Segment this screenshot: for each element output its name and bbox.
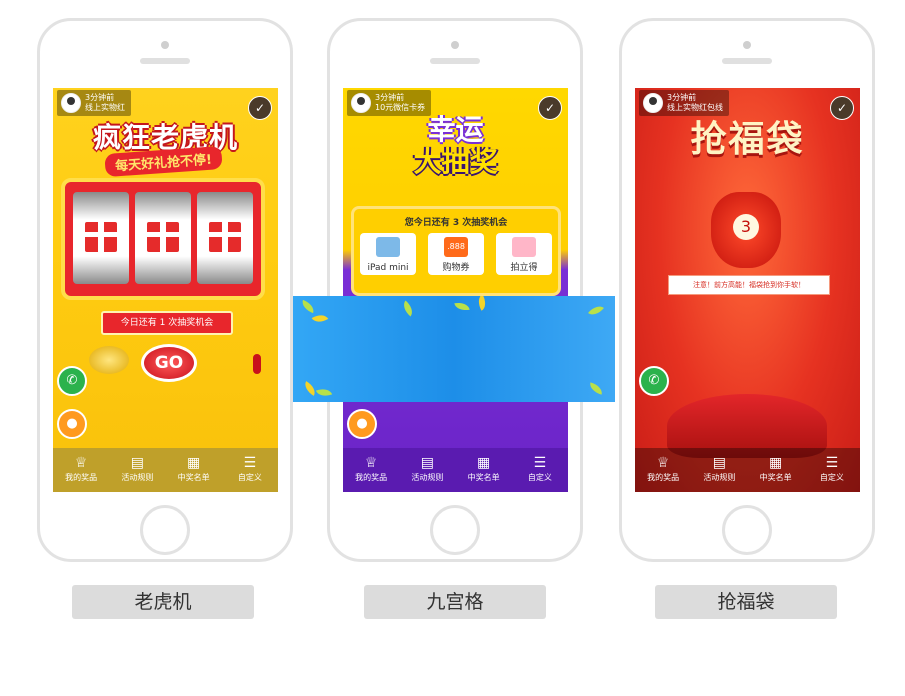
winners-list-icon: ▦ [187, 455, 201, 471]
user-icon[interactable]: ● [347, 409, 377, 439]
camera-dot [743, 41, 751, 49]
grid-list-icon: ☰ [825, 455, 839, 471]
phone-mockup-grid: 3分钟前 10元微信卡券 ✓ 幸运 大抽奖 您今日还有 3 次抽奖机会 iPad… [327, 18, 583, 562]
phone-mockup-slot: 3分钟前 线上实物红 ✓ 疯狂老虎机 每天好礼抢不停! 今日还有 1 次抽奖机会… [37, 18, 293, 562]
gift-icon [209, 222, 241, 252]
tab-custom[interactable]: ☰ 自定义 [222, 448, 278, 492]
speaker [140, 58, 190, 64]
coins-icon [89, 346, 129, 374]
camera-dot [451, 41, 459, 49]
leaf-icon [399, 300, 417, 317]
gift-icon [147, 222, 179, 252]
camera-dot [161, 41, 169, 49]
slot-screen: 3分钟前 线上实物红 ✓ 疯狂老虎机 每天好礼抢不停! 今日还有 1 次抽奖机会… [53, 88, 278, 492]
home-button [722, 505, 772, 555]
bottom-tabbar: ♕ 我的奖品 ▤ 活动规则 ▦ 中奖名单 ☰ 自定义 [635, 448, 860, 492]
slot-reels [61, 178, 265, 300]
speaker [430, 58, 480, 64]
bottom-tabbar: ♕ 我的奖品 ▤ 活动规则 ▦ 中奖名单 ☰ 自定义 [53, 448, 278, 492]
ipad-icon [376, 237, 400, 257]
caption-bag: 抢福袋 [655, 585, 837, 619]
reel [73, 192, 129, 284]
go-button[interactable]: GO [141, 344, 197, 382]
tab-winners[interactable]: ▦ 中奖名单 [166, 448, 222, 492]
leaf-icon [311, 311, 329, 326]
remaining-count: 今日还有 1 次抽奖机会 [101, 311, 233, 335]
home-button [430, 505, 480, 555]
reel [197, 192, 253, 284]
tab-my-prizes[interactable]: ♕ 我的奖品 [635, 448, 691, 492]
caption-slot: 老虎机 [72, 585, 254, 619]
reel [135, 192, 191, 284]
leaf-icon [588, 382, 604, 395]
leaf-icon [315, 385, 333, 400]
winners-list-icon: ▦ [477, 455, 491, 471]
caption-grid: 九宫格 [364, 585, 546, 619]
leaf-icon [474, 296, 490, 311]
bag-screen: 3分钟前 线上实物红包线 ✓ 抢福袋 3 注意！前方高能！福袋抢到你手软！ ✆ … [635, 88, 860, 492]
lever-icon [253, 354, 261, 374]
phone-mockup-bag: 3分钟前 线上实物红包线 ✓ 抢福袋 3 注意！前方高能！福袋抢到你手软！ ✆ … [619, 18, 875, 562]
gift-icon [85, 222, 117, 252]
prize-grid: 您今日还有 3 次抽奖机会 iPad mini .888 购物券 拍立得 [351, 206, 561, 296]
bag-notice: 注意！前方高能！福袋抢到你手软！ [668, 275, 830, 295]
winners-list-icon: ▦ [769, 455, 783, 471]
tab-winners[interactable]: ▦ 中奖名单 [748, 448, 804, 492]
user-icon[interactable]: ● [57, 409, 87, 439]
overlay-banner [293, 296, 615, 402]
trophy-icon: ♕ [74, 455, 88, 471]
document-icon: ▤ [712, 455, 726, 471]
document-icon: ▤ [420, 455, 434, 471]
grid-screen: 3分钟前 10元微信卡券 ✓ 幸运 大抽奖 您今日还有 3 次抽奖机会 iPad… [343, 88, 568, 492]
leaf-icon [301, 381, 319, 396]
prize-cell[interactable]: iPad mini [360, 233, 416, 275]
phone-call-icon[interactable]: ✆ [639, 366, 669, 396]
leaf-icon [299, 299, 317, 314]
notice-time: 3分钟前 [667, 93, 697, 102]
document-icon: ▤ [130, 455, 144, 471]
prize-cell[interactable]: 拍立得 [496, 233, 552, 275]
bag-count: 3 [733, 214, 759, 240]
phone-call-icon[interactable]: ✆ [57, 366, 87, 396]
remaining-count: 您今日还有 3 次抽奖机会 [404, 218, 508, 228]
page-title-line2: 大抽奖 [413, 145, 498, 178]
tab-custom[interactable]: ☰ 自定义 [512, 448, 568, 492]
camera-icon [512, 237, 536, 257]
notice-time: 3分钟前 [375, 93, 405, 102]
speaker [722, 58, 772, 64]
notice-text: 线上实物红 [85, 103, 125, 112]
tab-my-prizes[interactable]: ♕ 我的奖品 [53, 448, 109, 492]
leaf-icon [588, 302, 604, 319]
trophy-icon: ♕ [656, 455, 670, 471]
avatar [61, 93, 81, 113]
leaf-icon [454, 300, 470, 313]
tab-rules[interactable]: ▤ 活动规则 [109, 448, 165, 492]
page-title: 抢福袋 [690, 119, 805, 160]
prize-cell[interactable]: .888 购物券 [428, 233, 484, 275]
trophy-icon: ♕ [364, 455, 378, 471]
winner-notice: 3分钟前 线上实物红 [57, 90, 131, 116]
tab-custom[interactable]: ☰ 自定义 [804, 448, 860, 492]
voucher-icon: .888 [444, 237, 468, 257]
grid-list-icon: ☰ [243, 455, 257, 471]
tab-my-prizes[interactable]: ♕ 我的奖品 [343, 448, 399, 492]
tab-rules[interactable]: ▤ 活动规则 [691, 448, 747, 492]
tab-rules[interactable]: ▤ 活动规则 [399, 448, 455, 492]
bottom-tabbar: ♕ 我的奖品 ▤ 活动规则 ▦ 中奖名单 ☰ 自定义 [343, 448, 568, 492]
home-button [140, 505, 190, 555]
notice-time: 3分钟前 [85, 93, 115, 102]
grid-list-icon: ☰ [533, 455, 547, 471]
tab-winners[interactable]: ▦ 中奖名单 [456, 448, 512, 492]
